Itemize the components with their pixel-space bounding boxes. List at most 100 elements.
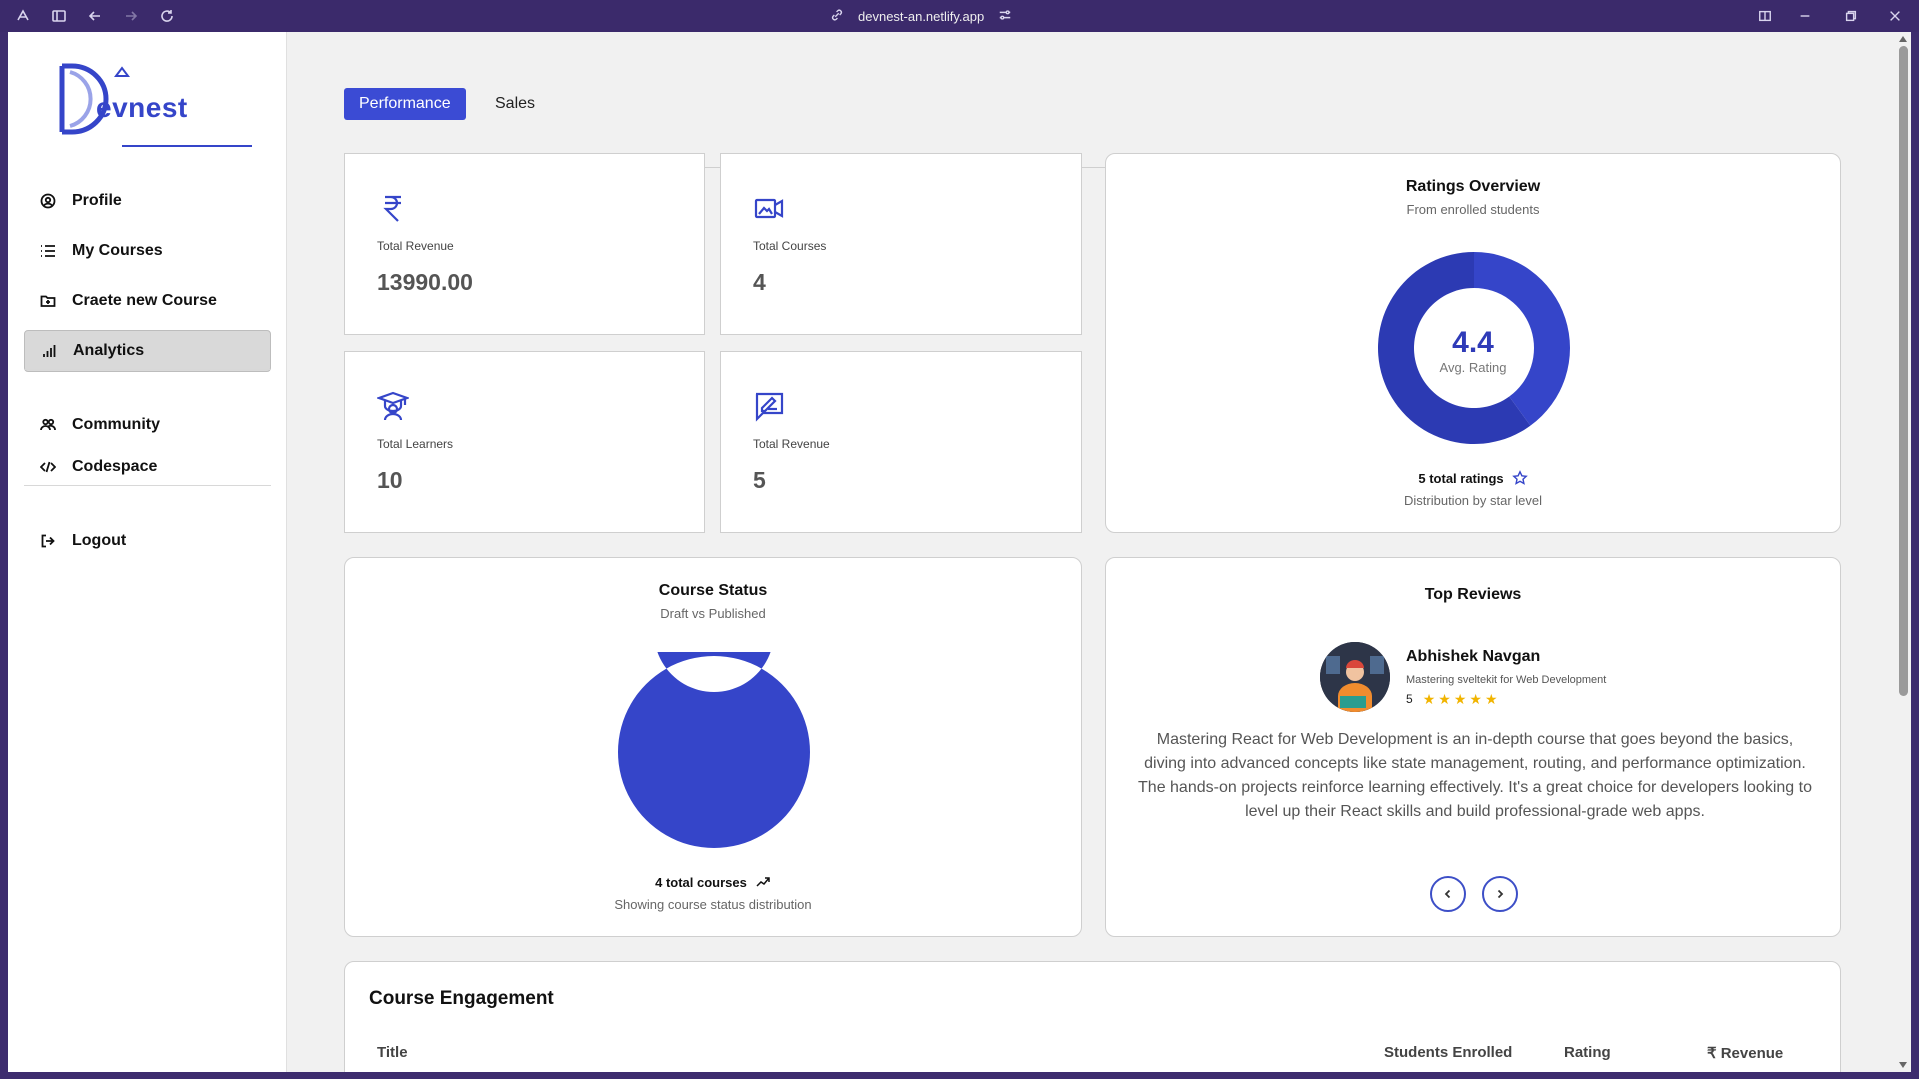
address-bar[interactable]: devnest-an.netlify.app bbox=[830, 6, 1012, 26]
star-icon: ★ bbox=[1469, 691, 1482, 707]
site-settings-icon[interactable] bbox=[998, 8, 1012, 25]
sidebar-item-label: Logout bbox=[72, 532, 127, 549]
split-view-icon[interactable] bbox=[1756, 7, 1774, 25]
devnest-logo[interactable]: evnest bbox=[56, 60, 256, 147]
column-header-title[interactable]: Title bbox=[377, 1044, 408, 1061]
star-icon: ★ bbox=[1453, 691, 1467, 707]
stat-value: 10 bbox=[377, 467, 403, 493]
browser-logo-icon[interactable] bbox=[14, 7, 32, 25]
sidebar-item-label: Craete new Course bbox=[72, 292, 217, 309]
courses-total-text: 4 total courses bbox=[655, 874, 747, 890]
video-icon bbox=[753, 192, 785, 224]
scroll-down-arrow-icon[interactable] bbox=[1899, 1062, 1907, 1068]
chevron-left-icon bbox=[1444, 889, 1451, 899]
review-icon bbox=[753, 390, 785, 422]
restore-icon[interactable] bbox=[1842, 7, 1860, 25]
logo-text: evnest bbox=[96, 92, 188, 123]
next-review-button[interactable] bbox=[1482, 876, 1518, 912]
sidebar-item-logout[interactable]: Logout bbox=[24, 520, 271, 562]
stat-label: Total Courses bbox=[753, 239, 827, 253]
avatar bbox=[1320, 642, 1390, 712]
main-content: Performance Sales Total Revenue 13990.00… bbox=[287, 32, 1911, 1072]
previous-review-button[interactable] bbox=[1430, 876, 1466, 912]
stat-value: 5 bbox=[753, 467, 766, 493]
star-icon: ★ bbox=[1484, 691, 1498, 707]
column-header-revenue[interactable]: ₹ Revenue bbox=[1707, 1044, 1783, 1062]
star-icon: ★ bbox=[1422, 691, 1436, 707]
sidebar-item-label: Codespace bbox=[72, 458, 158, 475]
course-status-donut-chart bbox=[618, 652, 810, 848]
card-title: Ratings Overview bbox=[1405, 178, 1541, 195]
stat-card-total-learners: Total Learners 10 bbox=[344, 351, 705, 533]
scroll-thumb[interactable] bbox=[1899, 46, 1908, 696]
star-icon: ★ bbox=[1438, 691, 1451, 707]
star-outline-icon bbox=[1511, 470, 1528, 485]
review-text: Mastering React for Web Development is a… bbox=[1138, 731, 1812, 820]
stat-card-total-revenue: Total Revenue 13990.00 bbox=[344, 153, 705, 335]
bar-chart-icon bbox=[43, 345, 56, 357]
sidebar-item-label: Profile bbox=[72, 192, 122, 209]
sidebar-item-label: My Courses bbox=[72, 242, 163, 259]
column-header-students[interactable]: Students Enrolled bbox=[1384, 1044, 1512, 1061]
avg-rating-label: Avg. Rating bbox=[1439, 360, 1507, 375]
stat-card-total-courses: Total Courses 4 bbox=[720, 153, 1082, 335]
avg-rating-value: 4.4 bbox=[1452, 326, 1494, 359]
donut-slice-published[interactable] bbox=[618, 652, 810, 848]
courses-total: 4 total courses bbox=[345, 874, 1081, 890]
logout-icon bbox=[41, 534, 55, 548]
card-title: Course Engagement bbox=[369, 988, 554, 1009]
forward-icon[interactable] bbox=[122, 7, 140, 25]
sidebar-item-analytics[interactable]: Analytics bbox=[24, 330, 271, 372]
stat-label: Total Revenue bbox=[753, 437, 830, 451]
sidebar-toggle-icon[interactable] bbox=[50, 7, 68, 25]
chevron-right-icon bbox=[1497, 889, 1504, 899]
stat-value: 13990.00 bbox=[377, 269, 473, 295]
minimize-icon[interactable] bbox=[1796, 7, 1814, 25]
graduate-icon bbox=[375, 390, 411, 422]
url-text: devnest-an.netlify.app bbox=[858, 8, 985, 24]
card-subtitle: From enrolled students bbox=[1406, 202, 1540, 217]
sidebar-item-profile[interactable]: Profile bbox=[24, 180, 271, 222]
tab-sales[interactable]: Sales bbox=[480, 88, 550, 120]
card-title: Top Reviews bbox=[1424, 586, 1522, 603]
reviewer-course: Mastering sveltekit for Web Development bbox=[1406, 674, 1607, 686]
tab-performance[interactable]: Performance bbox=[344, 88, 466, 120]
sidebar-item-label: Community bbox=[72, 416, 160, 433]
stat-label: Total Learners bbox=[377, 437, 454, 451]
sidebar-item-codespace[interactable]: Codespace bbox=[24, 446, 271, 488]
stat-card-total-reviews: Total Revenue 5 bbox=[720, 351, 1082, 533]
stat-value: 4 bbox=[753, 269, 766, 295]
review-author: Abhishek Navgan Mastering sveltekit for … bbox=[1320, 642, 1670, 714]
close-icon[interactable] bbox=[1886, 7, 1904, 25]
stat-label: Total Revenue bbox=[377, 239, 454, 253]
sidebar: evnest Profile My Courses Craete new Cou… bbox=[8, 32, 287, 1072]
page-scrollbar[interactable] bbox=[1895, 32, 1911, 1072]
course-status-card: Course Status Draft vs Published 4 total… bbox=[344, 557, 1082, 937]
course-engagement-card: Course Engagement Title Students Enrolle… bbox=[344, 961, 1841, 1072]
sidebar-item-create-course[interactable]: Craete new Course bbox=[24, 280, 271, 322]
sidebar-divider bbox=[24, 485, 271, 486]
ratings-total: 5 total ratings bbox=[1106, 470, 1840, 486]
ratings-overview-card: Ratings Overview From enrolled students … bbox=[1105, 153, 1841, 533]
column-header-rating[interactable]: Rating bbox=[1564, 1044, 1611, 1061]
sidebar-item-my-courses[interactable]: My Courses bbox=[24, 230, 271, 272]
back-icon[interactable] bbox=[86, 7, 104, 25]
card-title: Course Status bbox=[658, 582, 768, 599]
reviewer-name: Abhishek Navgan bbox=[1406, 648, 1541, 665]
app-window: evnest Profile My Courses Craete new Cou… bbox=[8, 32, 1911, 1072]
browser-titlebar: devnest-an.netlify.app bbox=[0, 0, 1919, 32]
course-status-footer: Showing course status distribution bbox=[614, 897, 812, 912]
sidebar-item-community[interactable]: Community bbox=[24, 404, 271, 446]
ratings-total-text: 5 total ratings bbox=[1418, 470, 1504, 486]
scroll-up-arrow-icon[interactable] bbox=[1899, 36, 1907, 42]
ratings-footer: Distribution by star level bbox=[1404, 493, 1542, 508]
card-subtitle: Draft vs Published bbox=[660, 606, 766, 621]
code-icon bbox=[40, 461, 56, 473]
folder-plus-icon bbox=[40, 295, 56, 307]
reload-icon[interactable] bbox=[158, 7, 176, 25]
trending-up-icon bbox=[756, 877, 770, 887]
users-icon bbox=[40, 418, 56, 431]
link-icon bbox=[830, 8, 844, 25]
rupee-icon bbox=[377, 192, 409, 224]
user-circle-icon bbox=[40, 193, 56, 209]
